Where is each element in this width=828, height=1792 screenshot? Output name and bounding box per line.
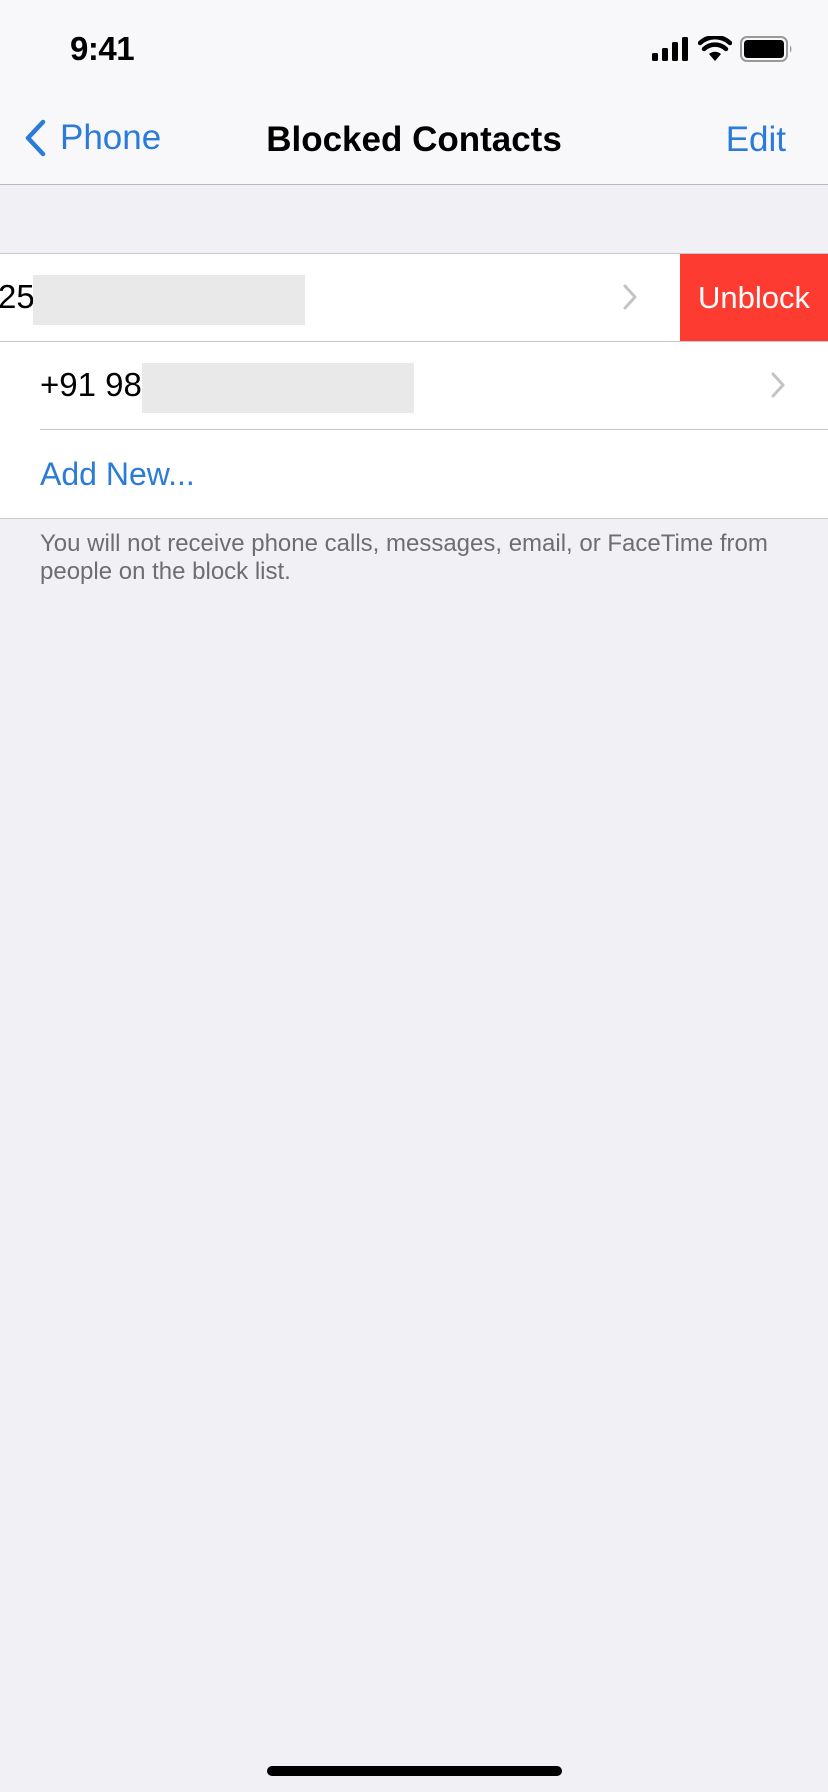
redacted-number-block [33,275,305,325]
wifi-icon [698,36,732,61]
blocked-contact-row[interactable]: 25 Unblock [0,254,828,342]
add-new-button[interactable]: Add New... [40,456,195,493]
block-list-footer-note: You will not receive phone calls, messag… [40,530,768,585]
home-indicator[interactable] [267,1766,562,1776]
cellular-signal-icon [652,37,688,61]
blocked-contact-row[interactable]: +91 98 [0,342,828,430]
chevron-right-icon [771,372,785,398]
add-new-row[interactable]: Add New... [0,430,828,518]
chevron-right-icon [623,284,637,310]
redacted-number-block [142,363,414,413]
unblock-button[interactable]: Unblock [680,254,828,341]
blocked-contacts-list: 25 Unblock +91 98 Add New... [0,253,828,519]
contact-number: +91 98 [40,366,142,403]
contact-number: 25 [0,278,35,315]
battery-icon [740,36,792,62]
navigation-bar: Phone Blocked Contacts Edit [0,94,828,185]
status-time: 9:41 [70,30,135,67]
page-title: Blocked Contacts [266,120,562,159]
edit-button[interactable]: Edit [726,120,786,160]
status-icons [652,36,794,62]
status-bar: 9:41 [0,0,828,94]
